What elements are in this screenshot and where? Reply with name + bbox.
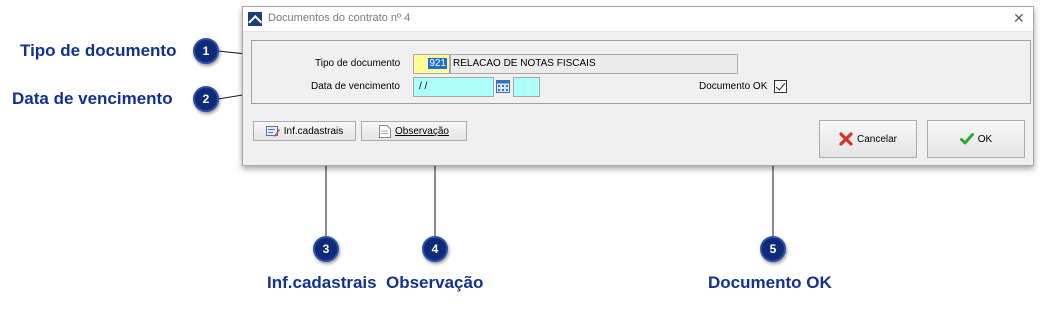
window-title: Documentos do contrato nº 4 (268, 12, 411, 24)
cancelar-button[interactable]: Cancelar (819, 120, 917, 158)
observacao-button[interactable]: Observação (361, 121, 467, 141)
green-check-icon (959, 133, 974, 145)
callout-1-text: Tipo de documento (20, 41, 177, 60)
tipo-documento-code-value: 921 (428, 58, 447, 69)
red-x-icon (839, 132, 853, 146)
edit-card-icon (265, 126, 280, 137)
callout-2-text: Data de vencimento (12, 89, 173, 108)
tipo-documento-description-field: RELACAO DE NOTAS FISCAIS (450, 54, 738, 74)
calendar-icon[interactable] (496, 79, 510, 93)
inf-cadastrais-button[interactable]: Inf.cadastrais (253, 121, 356, 141)
tipo-documento-code-input[interactable]: 921 (413, 54, 450, 74)
inf-cadastrais-label: Inf.cadastrais (283, 125, 344, 137)
callout-2-marker: 2 (193, 86, 219, 112)
tipo-documento-label: Tipo de documento (315, 58, 401, 69)
ok-label: OK (977, 133, 993, 145)
callout-3-marker: 3 (313, 236, 339, 262)
callout-3-text: Inf.cadastrais (267, 273, 377, 292)
title-bar: Documentos do contrato nº 4 ✕ (243, 7, 1033, 32)
ok-button[interactable]: OK (927, 120, 1025, 158)
data-vencimento-extra-input[interactable] (513, 77, 540, 97)
documento-ok-label: Documento OK (699, 81, 768, 92)
contract-documents-dialog: Documentos do contrato nº 4 ✕ Tipo de do… (242, 6, 1034, 166)
callout-4-marker: 4 (422, 236, 448, 262)
note-icon (379, 124, 392, 138)
data-vencimento-input[interactable]: / / (413, 77, 494, 97)
documento-ok-checkbox[interactable] (774, 80, 787, 93)
callout-1-marker: 1 (193, 38, 219, 64)
app-logo-icon (248, 12, 262, 26)
observacao-label: Observação (395, 125, 449, 137)
data-vencimento-label: Data de vencimento (311, 81, 400, 92)
callout-5-marker: 5 (760, 236, 786, 262)
callout-4-text: Observação (386, 273, 484, 292)
callout-5-text: Documento OK (708, 273, 832, 292)
cancelar-label: Cancelar (856, 133, 898, 145)
close-icon[interactable]: ✕ (1013, 10, 1025, 27)
